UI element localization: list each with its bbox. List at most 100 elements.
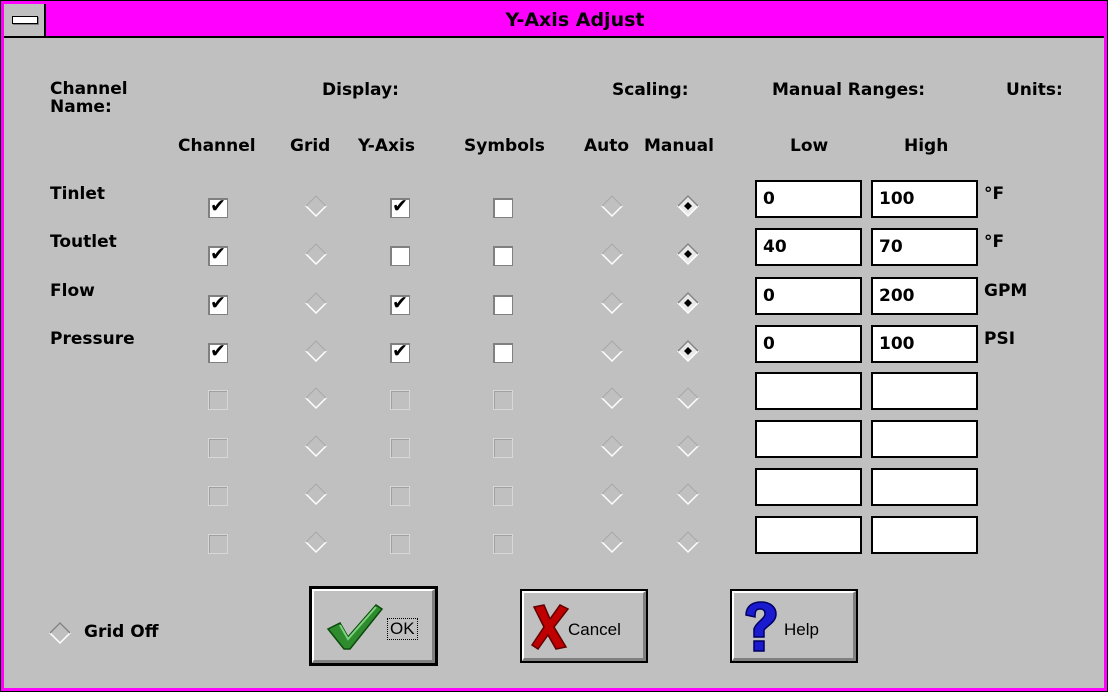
symbols-checkbox[interactable] (493, 438, 513, 458)
col-header-symbols: Symbols (464, 136, 545, 156)
symbols-checkbox[interactable] (493, 534, 513, 554)
symbols-checkbox[interactable] (493, 486, 513, 506)
symbols-checkbox[interactable] (493, 390, 513, 410)
symbols-checkbox[interactable] (493, 343, 513, 363)
channel-name: Pressure (50, 329, 135, 349)
check-icon: ✔ (210, 195, 226, 217)
units-label: PSI (984, 329, 1016, 349)
channel-checkbox[interactable]: ✔ (208, 243, 228, 266)
header-channel-name: Channel Name: (50, 79, 128, 117)
manual-scaling-radio[interactable] (676, 291, 700, 315)
low-range-input[interactable] (755, 228, 862, 266)
check-icon: ✔ (392, 195, 408, 217)
title-bar: Y-Axis Adjust (4, 4, 1104, 38)
low-range-input[interactable] (755, 372, 862, 410)
high-range-input[interactable] (871, 372, 978, 410)
help-label: Help (784, 620, 819, 639)
manual-scaling-radio[interactable] (676, 194, 700, 218)
grid-radio[interactable] (304, 482, 328, 506)
grid-radio[interactable] (304, 242, 328, 266)
high-range-input[interactable] (871, 277, 978, 315)
grid-radio[interactable] (304, 194, 328, 218)
manual-scaling-radio[interactable] (676, 434, 700, 458)
channel-checkbox[interactable]: ✔ (208, 340, 228, 363)
units-label: °F (984, 232, 1005, 252)
auto-scaling-radio[interactable] (600, 434, 624, 458)
y-axis-checkbox[interactable]: ✔ (390, 340, 410, 363)
grid-radio[interactable] (304, 386, 328, 410)
channel-name: Tinlet (50, 184, 106, 204)
low-range-input[interactable] (755, 420, 862, 458)
y-axis-checkbox[interactable] (390, 534, 410, 554)
manual-scaling-radio[interactable] (676, 242, 700, 266)
high-range-input[interactable] (871, 516, 978, 554)
high-range-input[interactable] (871, 325, 978, 363)
cancel-label: Cancel (568, 620, 621, 639)
low-range-input[interactable] (755, 468, 862, 506)
high-range-input[interactable] (871, 228, 978, 266)
low-range-input[interactable] (755, 277, 862, 315)
system-menu-icon (12, 16, 38, 24)
y-axis-checkbox[interactable] (390, 390, 410, 410)
y-axis-checkbox[interactable] (390, 438, 410, 458)
auto-scaling-radio[interactable] (600, 530, 624, 554)
y-axis-adjust-dialog: Y-Axis Adjust Channel Name: Display: Sca… (0, 0, 1108, 692)
grid-off-radio[interactable] (48, 621, 72, 645)
y-axis-checkbox[interactable] (390, 246, 410, 266)
y-axis-checkbox[interactable]: ✔ (390, 195, 410, 218)
col-header-manual: Manual (644, 136, 714, 156)
ok-button[interactable]: OK (309, 586, 438, 666)
high-range-input[interactable] (871, 468, 978, 506)
col-header-high: High (904, 136, 949, 156)
symbols-checkbox[interactable] (493, 198, 513, 218)
x-cross-icon (530, 604, 570, 651)
symbols-checkbox[interactable] (493, 246, 513, 266)
low-range-input[interactable] (755, 325, 862, 363)
auto-scaling-radio[interactable] (600, 339, 624, 363)
auto-scaling-radio[interactable] (600, 386, 624, 410)
channel-checkbox[interactable]: ✔ (208, 195, 228, 218)
system-menu-button[interactable] (4, 4, 46, 36)
channel-name: Flow (50, 281, 95, 301)
checkmark-icon (326, 604, 384, 650)
check-icon: ✔ (210, 292, 226, 314)
auto-scaling-radio[interactable] (600, 291, 624, 315)
help-button[interactable]: Help (730, 589, 858, 663)
channel-checkbox[interactable] (208, 534, 228, 554)
ok-label: OK (387, 618, 418, 640)
low-range-input[interactable] (755, 516, 862, 554)
y-axis-checkbox[interactable] (390, 486, 410, 506)
manual-scaling-radio[interactable] (676, 482, 700, 506)
high-range-input[interactable] (871, 180, 978, 218)
grid-radio[interactable] (304, 339, 328, 363)
channel-checkbox[interactable] (208, 438, 228, 458)
manual-scaling-radio[interactable] (676, 530, 700, 554)
grid-radio[interactable] (304, 291, 328, 315)
manual-scaling-radio[interactable] (676, 339, 700, 363)
auto-scaling-radio[interactable] (600, 194, 624, 218)
channel-checkbox[interactable] (208, 486, 228, 506)
col-header-channel: Channel (178, 136, 256, 156)
y-axis-checkbox[interactable]: ✔ (390, 292, 410, 315)
auto-scaling-radio[interactable] (600, 482, 624, 506)
units-label: °F (984, 184, 1005, 204)
check-icon: ✔ (392, 292, 408, 314)
auto-scaling-radio[interactable] (600, 242, 624, 266)
low-range-input[interactable] (755, 180, 862, 218)
cancel-button[interactable]: Cancel (520, 589, 648, 663)
header-display: Display: (322, 80, 399, 100)
header-scaling: Scaling: (612, 80, 689, 100)
question-mark-icon (745, 601, 777, 652)
high-range-input[interactable] (871, 420, 978, 458)
channel-checkbox[interactable]: ✔ (208, 292, 228, 315)
header-manual-ranges: Manual Ranges: (772, 80, 926, 100)
manual-scaling-radio[interactable] (676, 386, 700, 410)
grid-radio[interactable] (304, 434, 328, 458)
diamond-radio-icon (48, 621, 72, 645)
grid-off-label: Grid Off (84, 622, 159, 642)
check-icon: ✔ (210, 340, 226, 362)
channel-checkbox[interactable] (208, 390, 228, 410)
grid-radio[interactable] (304, 530, 328, 554)
col-header-auto: Auto (584, 136, 630, 156)
symbols-checkbox[interactable] (493, 295, 513, 315)
